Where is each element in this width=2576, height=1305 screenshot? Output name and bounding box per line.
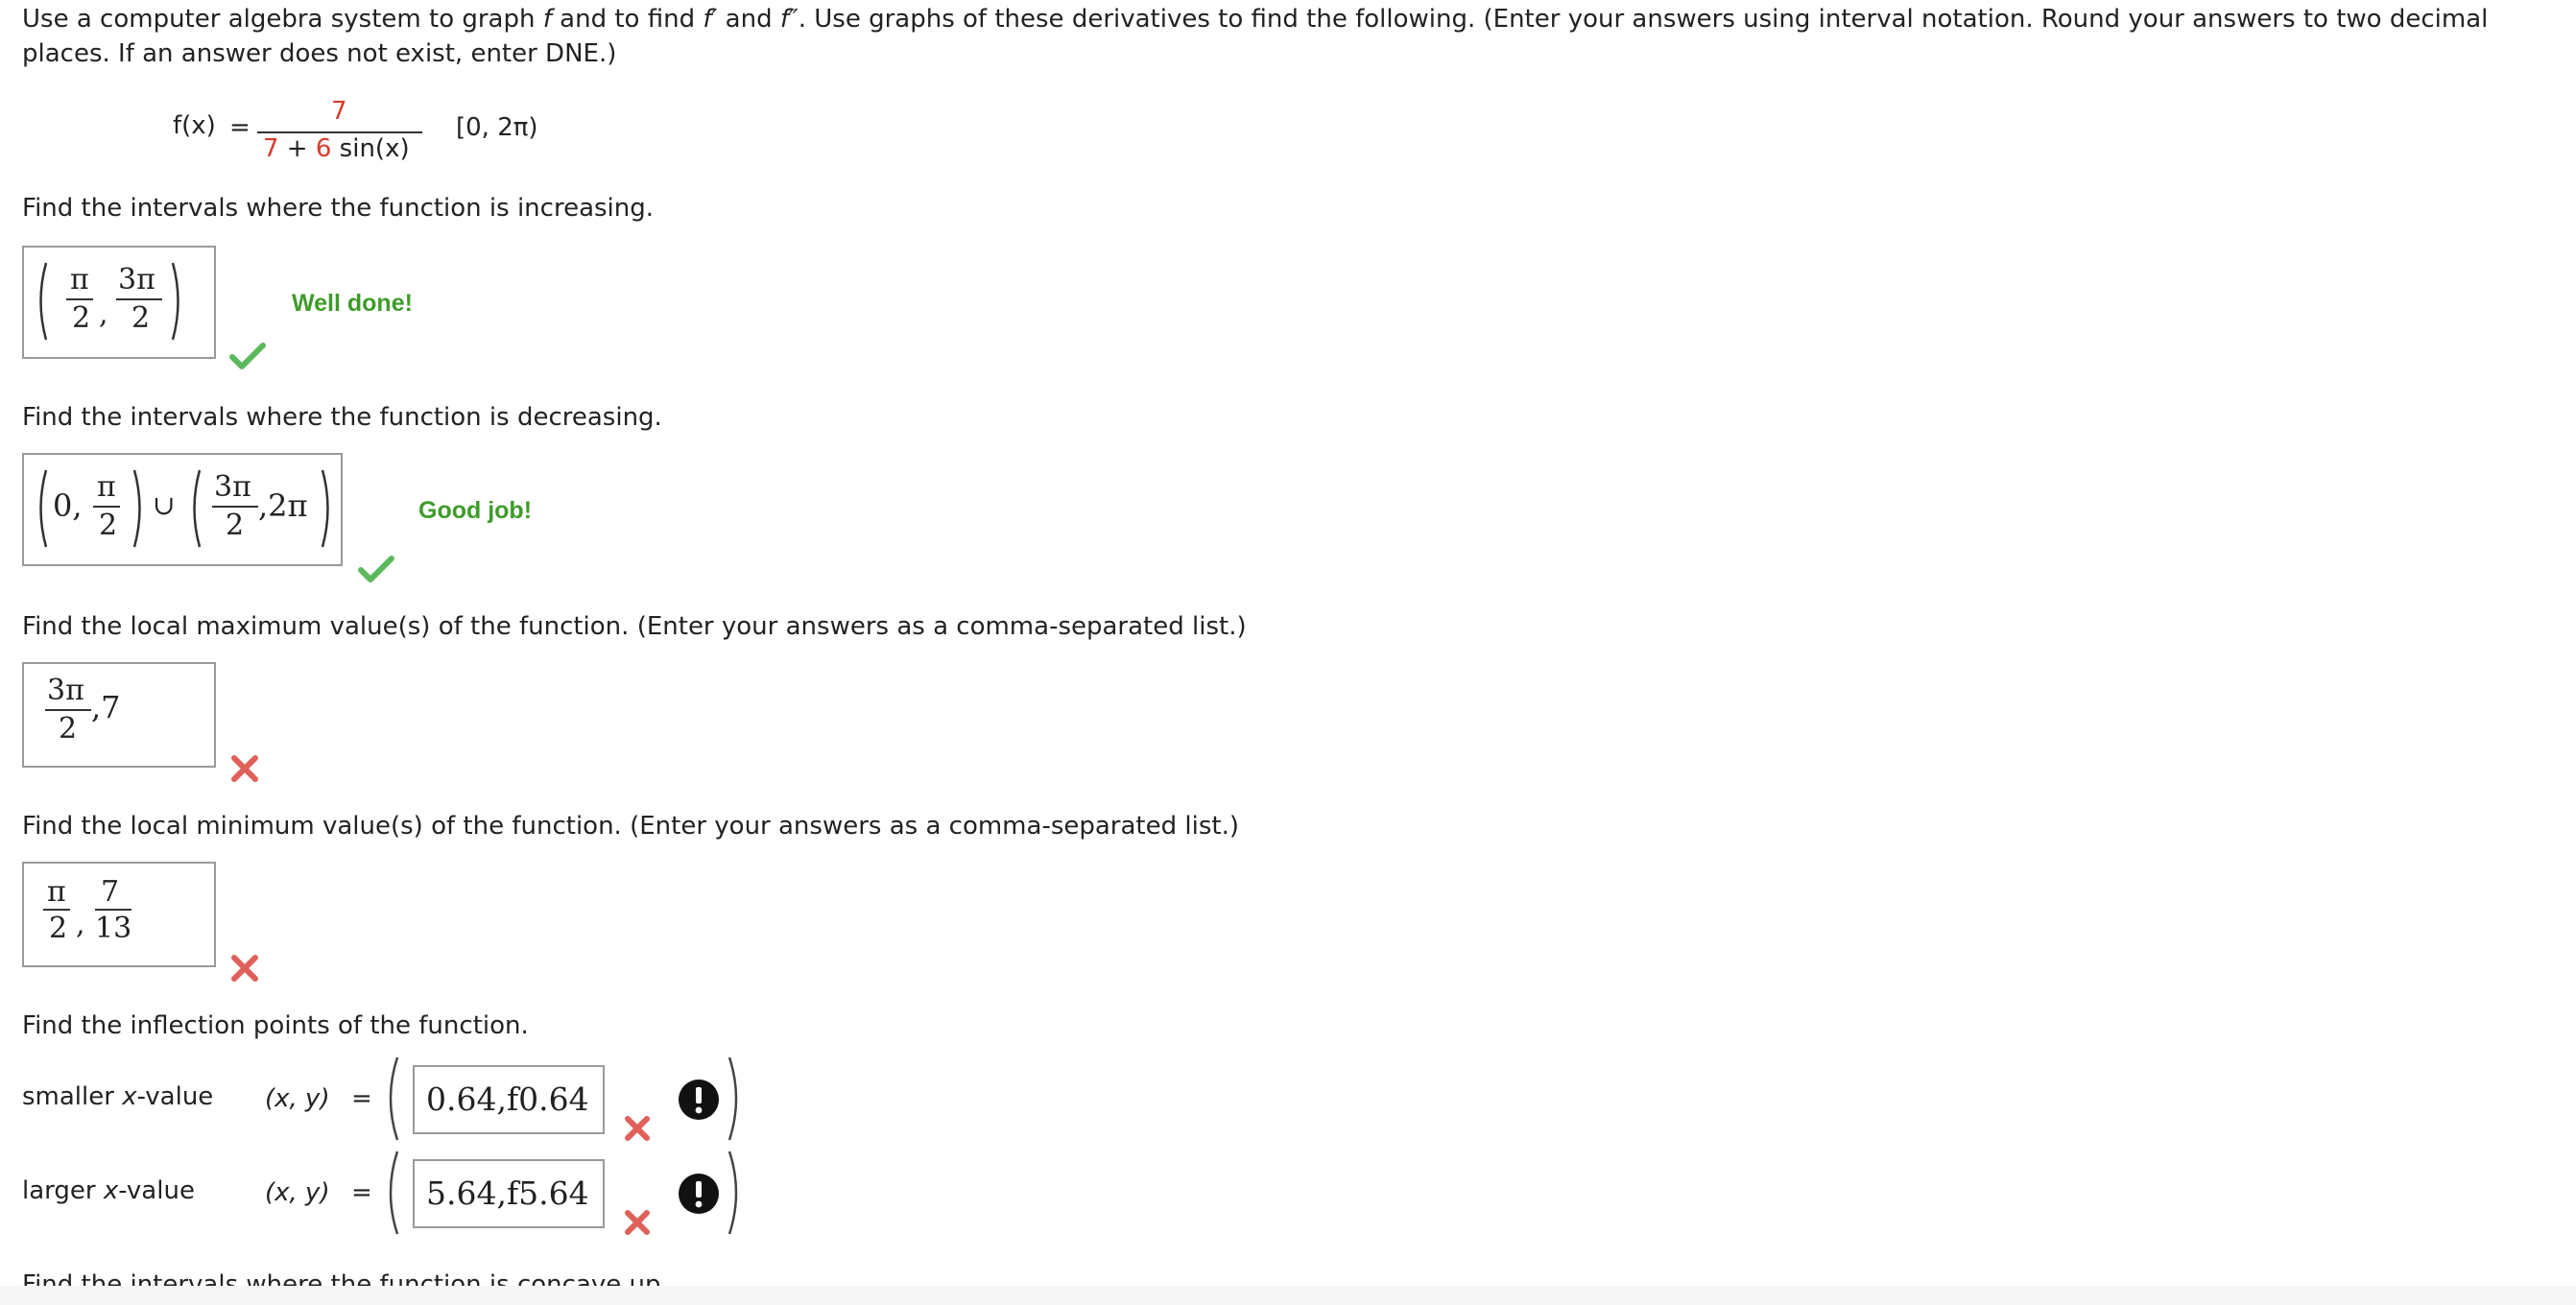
fraction-bar [66, 298, 93, 300]
right-paren [171, 262, 179, 341]
denominator: 2 [49, 912, 68, 945]
check-icon [229, 343, 266, 369]
inflection-smaller-input[interactable]: 0.64,f0.64 [413, 1065, 605, 1134]
question-local-min: Find the local minimum value(s) of the f… [22, 812, 1239, 841]
fraction-bar [93, 506, 120, 508]
exclamation-icon[interactable] [678, 1079, 720, 1121]
function-lhs: f(x) [173, 111, 216, 140]
left-paren [39, 262, 48, 341]
answer-local-min[interactable]: π 2 , 7 13 [22, 862, 216, 967]
x-icon [231, 955, 258, 982]
equals-sign: = [351, 1178, 372, 1207]
answer-increasing[interactable]: π 2 , 3π 2 [22, 246, 216, 359]
denominator: 2 [59, 712, 78, 746]
x-icon [231, 755, 258, 782]
denominator: 2 [131, 301, 151, 335]
denominator: 2 [72, 301, 91, 335]
numerator: π [47, 875, 66, 909]
comma: , [99, 297, 108, 331]
equals-sign: = [229, 113, 250, 142]
left-paren [389, 1056, 399, 1141]
question-increasing: Find the intervals where the function is… [22, 194, 655, 223]
row-label-smaller: smaller x-value [22, 1082, 214, 1111]
feedback-correct: Good job! [418, 497, 533, 524]
numerator: 7 [101, 875, 120, 909]
numerator: 3π [118, 263, 155, 297]
fraction-bar [212, 506, 258, 508]
fraction-bar [116, 298, 162, 300]
numerator: 3π [47, 674, 84, 707]
right-paren [321, 469, 329, 548]
exclamation-icon[interactable] [678, 1173, 720, 1215]
numerator: π [70, 263, 89, 297]
right-paren [727, 1056, 738, 1141]
answer-local-max[interactable]: 3π 2 ,7 [22, 662, 216, 768]
union-symbol: ∪ [153, 489, 176, 521]
interval-end: ,2π [258, 487, 308, 524]
feedback-correct: Well done! [292, 290, 413, 317]
xy-pair-label: (x, y) [265, 1084, 330, 1113]
interval-start: 0, [53, 487, 83, 524]
numerator: π [97, 470, 116, 504]
numerator: 7 [331, 97, 347, 126]
x-icon [625, 1116, 650, 1141]
xy-pair-label: (x, y) [265, 1178, 330, 1207]
page-bottom-edge [0, 1286, 2576, 1305]
row-label-larger: larger x-value [22, 1176, 195, 1205]
left-paren [389, 1151, 399, 1235]
fraction-bar [43, 909, 70, 911]
left-paren [39, 469, 48, 548]
denominator: 2 [99, 509, 118, 542]
denominator: 2 [226, 509, 245, 542]
answer-decreasing[interactable]: 0, π 2 ∪ 3π 2 ,2π [22, 453, 343, 566]
question-local-max: Find the local maximum value(s) of the f… [22, 612, 1247, 641]
question-inflection: Find the inflection points of the functi… [22, 1011, 529, 1040]
left-paren [193, 469, 202, 548]
equals-sign: = [351, 1084, 372, 1113]
right-paren [727, 1151, 738, 1235]
x-icon [625, 1210, 650, 1235]
right-paren [132, 469, 141, 548]
inflection-larger-input[interactable]: 5.64,f5.64 [413, 1159, 605, 1228]
fraction-bar [45, 709, 91, 711]
check-icon [358, 556, 394, 582]
domain-interval: [0, 2π) [456, 113, 538, 142]
instructions: Use a computer algebra system to graph f… [22, 5, 2489, 68]
question-decreasing: Find the intervals where the function is… [22, 403, 662, 432]
answer-tail: ,7 [91, 689, 121, 725]
fraction-bar [95, 909, 131, 911]
denominator: 13 [95, 912, 132, 945]
numerator: 3π [214, 470, 251, 504]
comma: , [76, 908, 85, 941]
denominator: 7 + 6 sin(x) [263, 134, 410, 163]
